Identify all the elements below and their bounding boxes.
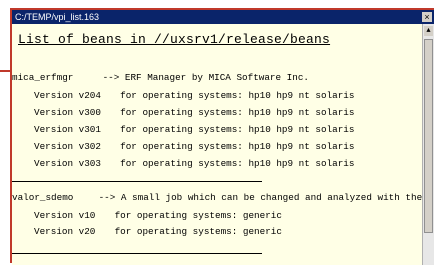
list-item: Version v300 for operating systems: hp10… xyxy=(34,107,354,119)
version-systems: for operating systems: generic xyxy=(114,226,282,237)
version-systems: for operating systems: hp10 hp9 nt solar… xyxy=(120,141,355,152)
separator-line xyxy=(12,181,262,182)
list-item: Version v302 for operating systems: hp10… xyxy=(34,141,354,153)
text-viewer-window: C:/TEMP/vpi_list.163 × List of beans in … xyxy=(10,8,434,265)
bean-name: valor_sdemo xyxy=(12,192,74,203)
version-label: Version v302 xyxy=(34,141,101,152)
bean-description: --> ERF Manager by MICA Software Inc. xyxy=(102,72,309,83)
up-arrow-icon[interactable]: ▲ xyxy=(424,26,433,36)
version-label: Version v10 xyxy=(34,210,96,221)
vertical-scrollbar[interactable]: ▲ xyxy=(422,24,434,265)
list-item: Version v10 for operating systems: gener… xyxy=(34,210,282,222)
list-item: Version v301 for operating systems: hp10… xyxy=(34,124,354,136)
version-label: Version v303 xyxy=(34,158,101,169)
version-label: Version v204 xyxy=(34,90,101,101)
version-label: Version v301 xyxy=(34,124,101,135)
list-item: Version v303 for operating systems: hp10… xyxy=(34,158,354,170)
version-systems: for operating systems: generic xyxy=(114,210,282,221)
window-titlebar[interactable]: C:/TEMP/vpi_list.163 × xyxy=(12,10,434,24)
page-left-edge xyxy=(0,0,6,263)
version-label: Version v20 xyxy=(34,226,96,237)
connector-line xyxy=(0,70,12,72)
version-systems: for operating systems: hp10 hp9 nt solar… xyxy=(120,124,355,135)
window-title: C:/TEMP/vpi_list.163 xyxy=(15,12,100,22)
list-item: Version v20 for operating systems: gener… xyxy=(34,226,282,238)
version-systems: for operating systems: hp10 hp9 nt solar… xyxy=(120,90,355,101)
version-label: Version v300 xyxy=(34,107,101,118)
scrollbar-thumb[interactable] xyxy=(424,39,433,233)
page-title: List of beans in //uxsrv1/release/beans xyxy=(18,32,331,47)
list-item: Version v204 for operating systems: hp10… xyxy=(34,90,354,102)
version-systems: for operating systems: hp10 hp9 nt solar… xyxy=(120,107,355,118)
bean-description: --> A small job which can be changed and… xyxy=(98,192,422,203)
close-icon[interactable]: × xyxy=(422,12,432,22)
bean-name: mica_erfmgr xyxy=(12,72,74,83)
separator-line xyxy=(12,253,262,254)
document-content: List of beans in //uxsrv1/release/beans … xyxy=(12,24,422,265)
version-systems: for operating systems: hp10 hp9 nt solar… xyxy=(120,158,355,169)
